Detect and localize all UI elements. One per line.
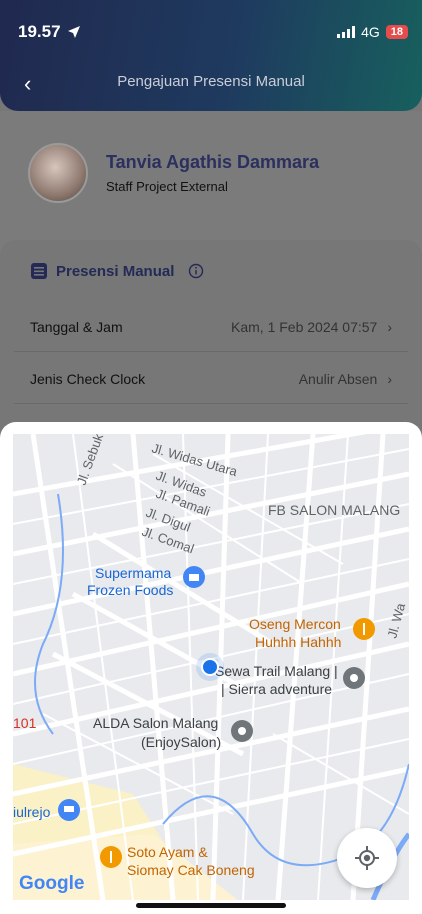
page-title: Pengajuan Presensi Manual — [117, 73, 305, 90]
current-location-icon — [196, 653, 224, 681]
place-label: Siomay Cak Boneng — [127, 862, 255, 878]
info-icon[interactable] — [188, 263, 204, 279]
crosshair-icon — [355, 846, 379, 870]
place-label: Huhhh Hahhh — [255, 634, 341, 650]
row-datetime[interactable]: Tanggal & Jam Kam, 1 Feb 2024 07:57 › — [14, 302, 408, 352]
row-value-text: Kam, 1 Feb 2024 07:57 — [231, 318, 378, 335]
place-label: (EnjoySalon) — [141, 734, 221, 750]
section-header: Presensi Manual — [30, 262, 204, 280]
my-location-button[interactable] — [337, 828, 397, 888]
pin-icon[interactable] — [231, 720, 253, 742]
place-label: Supermama — [95, 565, 171, 581]
shop-pin-icon[interactable] — [183, 566, 205, 588]
map-canvas[interactable]: Jl. Widas Utara Jl. Widas Jl. Pamali Jl.… — [13, 434, 409, 900]
row-value: Anulir Absen › — [299, 371, 392, 387]
status-time: 19.57 — [18, 22, 81, 42]
status-bar: 19.57 4G 18 — [18, 20, 408, 44]
location-arrow-icon — [67, 26, 80, 38]
avatar — [28, 143, 88, 203]
battery-badge: 18 — [385, 25, 408, 39]
google-logo: Google — [19, 873, 84, 894]
status-right: 4G 18 — [337, 24, 408, 40]
row-value: Kam, 1 Feb 2024 07:57 › — [231, 319, 392, 335]
restaurant-pin-icon[interactable] — [100, 846, 122, 868]
cart-pin-icon[interactable] — [58, 799, 80, 821]
place-label: iulrejo — [13, 804, 51, 820]
place-label: 101 — [13, 715, 37, 731]
clock-text: 19.57 — [18, 22, 61, 41]
place-label: Sewa Trail Malang | — [215, 663, 338, 679]
home-indicator — [136, 903, 286, 908]
row-value-text: Anulir Absen — [298, 370, 378, 387]
restaurant-pin-icon[interactable] — [353, 618, 375, 640]
place-label: Oseng Mercon — [249, 616, 341, 632]
pin-icon[interactable] — [343, 667, 365, 689]
row-label: Tanggal & Jam — [30, 318, 123, 335]
section-title: Presensi Manual — [56, 262, 175, 280]
place-label: ALDA Salon Malang — [93, 715, 218, 731]
app-header: 19.57 4G 18 ‹ Pengajuan Presensi Manual — [0, 0, 422, 111]
row-label: Jenis Check Clock — [30, 370, 146, 387]
row-checkclock-type[interactable]: Jenis Check Clock Anulir Absen › — [14, 354, 408, 404]
place-label: Soto Ayam & — [127, 844, 208, 860]
chevron-right-icon: › — [387, 318, 392, 335]
profile-role: Staff Project External — [106, 179, 228, 194]
profile: Tanvia Agathis Dammara Staff Project Ext… — [28, 143, 319, 203]
network-label: 4G — [361, 24, 380, 40]
list-icon — [31, 263, 47, 279]
chevron-right-icon: › — [387, 370, 392, 387]
profile-name: Tanvia Agathis Dammara — [106, 152, 320, 172]
place-label: | Sierra adventure — [221, 681, 332, 697]
map-view[interactable]: Jl. Widas Utara Jl. Widas Jl. Pamali Jl.… — [13, 434, 409, 900]
place-label: Frozen Foods — [87, 582, 173, 598]
signal-icon — [337, 26, 356, 38]
place-label: FB SALON MALANG — [268, 502, 400, 518]
